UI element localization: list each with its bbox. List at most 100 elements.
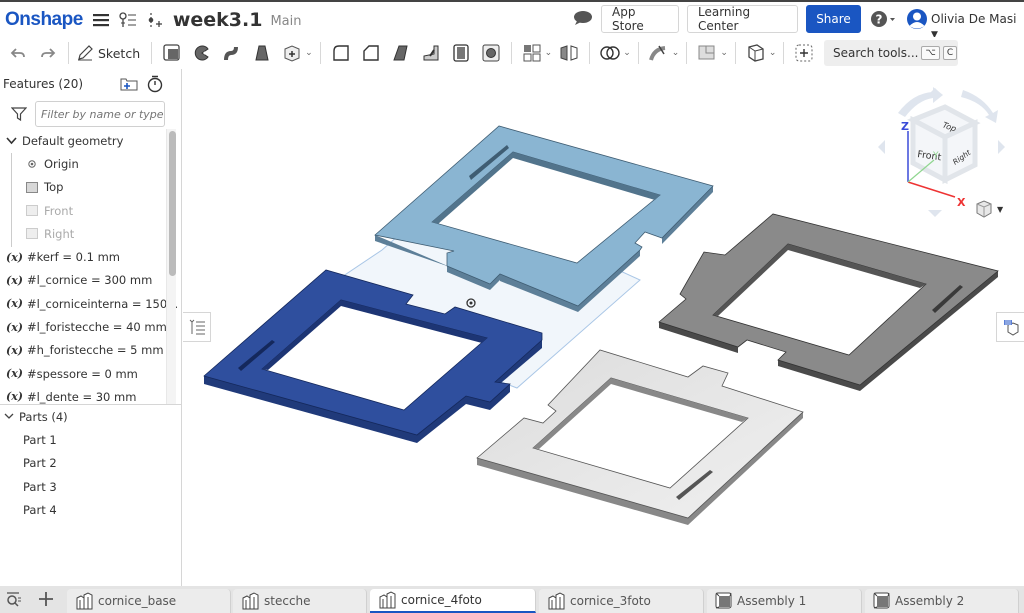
variable-label: #spessore = 0 mm bbox=[26, 366, 138, 381]
chevron-down-icon[interactable] bbox=[6, 134, 17, 148]
assembly-icon bbox=[873, 592, 890, 609]
chevron-down-icon[interactable]: ⌄ bbox=[305, 48, 313, 58]
search-tools-input[interactable]: Search tools... ⌥ C bbox=[824, 40, 958, 66]
add-custom-feature-icon[interactable] bbox=[792, 41, 816, 65]
tab-stecche[interactable]: stecche bbox=[233, 589, 367, 613]
view-cube-faces[interactable]: Top Front Right bbox=[907, 104, 981, 185]
redo-icon[interactable] bbox=[36, 41, 60, 65]
rib-icon[interactable] bbox=[419, 41, 443, 65]
share-button[interactable]: Share bbox=[806, 5, 861, 33]
chevron-down-icon[interactable] bbox=[4, 413, 14, 420]
part-label: Part 4 bbox=[23, 502, 57, 517]
filter-icon[interactable] bbox=[11, 106, 27, 122]
variable-feature[interactable]: (x) #l_dente = 30 mm bbox=[0, 385, 178, 404]
parts-folder[interactable]: Parts (4) bbox=[0, 405, 182, 428]
tree-item-top-plane[interactable]: Top bbox=[0, 176, 178, 199]
variable-feature[interactable]: (x) #l_corniceinterna = 150... bbox=[0, 292, 178, 315]
part-label: Part 3 bbox=[23, 479, 57, 494]
revolve-icon[interactable] bbox=[190, 41, 214, 65]
3d-viewport[interactable]: Top Front Right Z X Y ▼ bbox=[183, 69, 1024, 586]
chevron-down-icon[interactable]: ⌄ bbox=[672, 48, 680, 58]
tab-label: cornice_base bbox=[98, 594, 177, 608]
feature-filter-input[interactable] bbox=[35, 101, 165, 127]
appearance-panel-toggle[interactable] bbox=[996, 312, 1024, 342]
z-axis-label: Z bbox=[901, 120, 909, 133]
toolbar-divider bbox=[734, 42, 736, 64]
part-item[interactable]: Part 2 bbox=[0, 452, 182, 475]
learning-center-button[interactable]: Learning Center bbox=[687, 5, 798, 33]
tree-item-right-plane[interactable]: Right bbox=[0, 222, 178, 245]
part-item[interactable]: Part 1 bbox=[0, 428, 182, 451]
extrude-icon[interactable] bbox=[160, 41, 184, 65]
part-item[interactable]: Part 4 bbox=[0, 498, 182, 521]
document-title[interactable]: week3.1 bbox=[173, 9, 263, 31]
tab-cornice-base[interactable]: cornice_base bbox=[67, 589, 231, 613]
chevron-down-icon[interactable]: ⌄ bbox=[720, 48, 728, 58]
help-icon[interactable]: ? bbox=[870, 10, 896, 28]
plane-icon bbox=[26, 205, 38, 217]
tab-cornice-3foto[interactable]: cornice_3foto bbox=[539, 589, 704, 613]
part-label: Part 2 bbox=[23, 456, 57, 471]
add-tab-icon[interactable] bbox=[38, 591, 54, 611]
scrollbar-thumb[interactable] bbox=[169, 131, 176, 276]
pattern-icon[interactable] bbox=[520, 41, 544, 65]
onshape-logo[interactable]: Onshape bbox=[5, 9, 83, 31]
draft-icon[interactable] bbox=[389, 41, 413, 65]
user-avatar[interactable] bbox=[906, 8, 928, 30]
search-tools-label: Search tools... bbox=[833, 46, 919, 60]
shell-icon[interactable] bbox=[449, 41, 473, 65]
rollback-timer-icon[interactable] bbox=[147, 75, 163, 96]
feature-list-scrollbar[interactable] bbox=[166, 129, 176, 404]
fillet-icon[interactable] bbox=[329, 41, 353, 65]
x-axis-label: X bbox=[957, 196, 966, 209]
shortcut-key: ⌥ bbox=[921, 46, 940, 60]
branch-icon[interactable] bbox=[147, 12, 163, 28]
comment-icon[interactable] bbox=[573, 10, 593, 26]
tab-assembly-1[interactable]: Assembly 1 bbox=[707, 589, 862, 613]
app-store-button[interactable]: App Store bbox=[601, 5, 679, 33]
variable-label: #kerf = 0.1 mm bbox=[26, 250, 121, 265]
transform-icon[interactable] bbox=[744, 41, 768, 65]
variable-feature[interactable]: (x) #kerf = 0.1 mm bbox=[0, 245, 178, 268]
thicken-icon[interactable] bbox=[280, 41, 304, 65]
add-folder-icon[interactable] bbox=[120, 77, 138, 94]
variable-icon: (x) bbox=[6, 367, 23, 381]
chamfer-icon[interactable] bbox=[359, 41, 383, 65]
tab-assembly-2[interactable]: Assembly 2 bbox=[865, 589, 1019, 613]
tab-search-icon[interactable] bbox=[6, 591, 22, 611]
chevron-down-icon[interactable]: ⌄ bbox=[623, 48, 631, 58]
tree-item-front-plane[interactable]: Front bbox=[0, 199, 178, 222]
variable-icon: (x) bbox=[6, 273, 23, 287]
feature-panel-toggle[interactable] bbox=[183, 312, 211, 342]
tab-cornice-4foto[interactable]: cornice_4foto bbox=[370, 589, 536, 613]
tab-label: Assembly 1 bbox=[737, 594, 807, 608]
chevron-down-icon: ▼ bbox=[997, 204, 1004, 214]
variable-label: #l_foristecche = 40 mm bbox=[26, 320, 167, 335]
boolean-icon[interactable] bbox=[598, 41, 622, 65]
sketch-button[interactable]: Sketch bbox=[77, 41, 140, 65]
plane-icon[interactable] bbox=[695, 41, 719, 65]
mirror-icon[interactable] bbox=[557, 41, 581, 65]
tree-item-origin[interactable]: Origin bbox=[0, 152, 178, 175]
user-name-menu[interactable]: Olivia De Masi ▼ bbox=[931, 12, 1024, 40]
part-3[interactable] bbox=[658, 213, 999, 391]
hole-icon[interactable] bbox=[479, 41, 503, 65]
variable-feature[interactable]: (x) #h_foristecche = 5 mm bbox=[0, 339, 178, 362]
variable-feature[interactable]: (x) #l_cornice = 300 mm bbox=[0, 269, 178, 292]
undo-icon[interactable] bbox=[6, 41, 30, 65]
chevron-down-icon[interactable]: ⌄ bbox=[545, 48, 553, 58]
menu-icon[interactable] bbox=[92, 13, 109, 27]
view-mode-dropdown[interactable]: ▼ bbox=[975, 200, 1003, 218]
split-icon[interactable] bbox=[647, 41, 671, 65]
variable-feature[interactable]: (x) #spessore = 0 mm bbox=[0, 362, 178, 385]
filter-row bbox=[0, 99, 181, 129]
tree-guide-line bbox=[11, 153, 12, 247]
part-studio-icon bbox=[242, 592, 259, 610]
variable-feature[interactable]: (x) #l_foristecche = 40 mm bbox=[0, 315, 178, 338]
chevron-down-icon[interactable]: ⌄ bbox=[769, 48, 777, 58]
default-geometry-folder[interactable]: Default geometry bbox=[0, 129, 178, 152]
loft-icon[interactable] bbox=[250, 41, 274, 65]
sweep-icon[interactable] bbox=[220, 41, 244, 65]
part-item[interactable]: Part 3 bbox=[0, 475, 182, 498]
versions-icon[interactable] bbox=[119, 11, 137, 28]
